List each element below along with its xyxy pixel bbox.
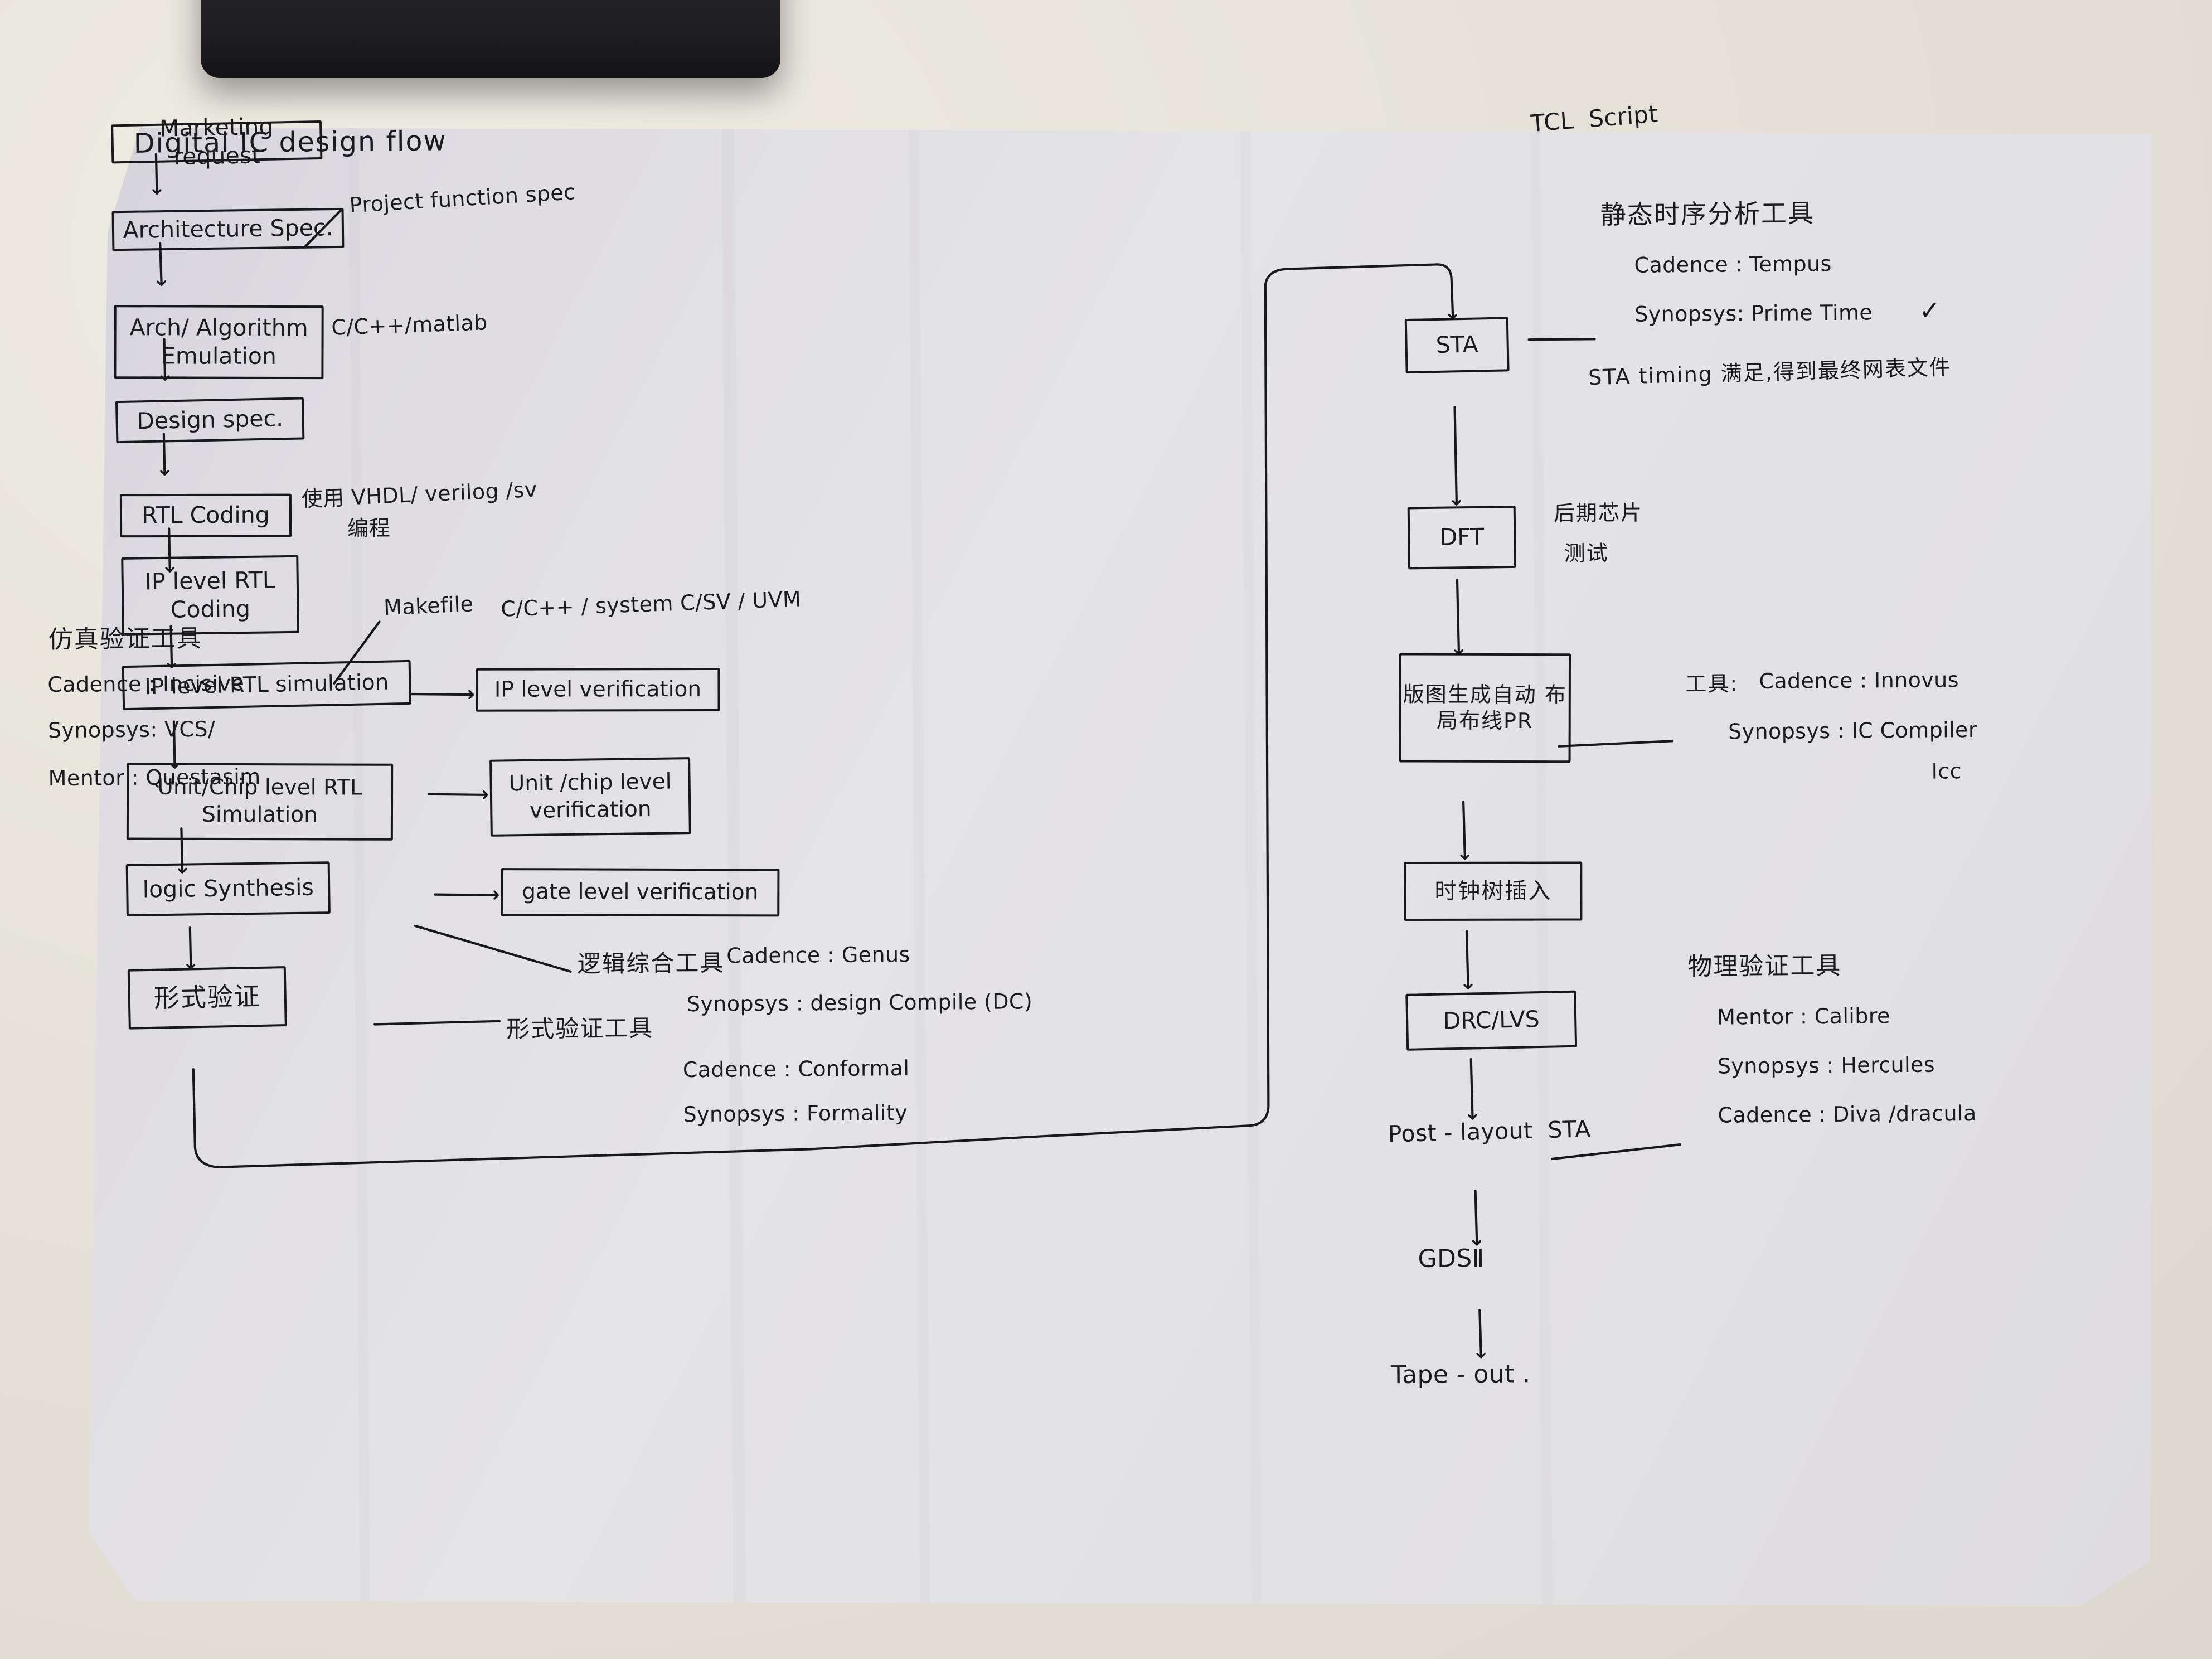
- flow-box-rtl-coding[interactable]: RTL Coding: [119, 493, 292, 538]
- physical-tools-item-mentor: Mentor : Calibre: [1716, 1003, 1890, 1030]
- flow-box-logic-synthesis[interactable]: logic Synthesis: [125, 861, 331, 916]
- box-label: 版图生成自动 布局布线PR: [1403, 681, 1567, 734]
- box-label: gate level verification: [522, 879, 759, 905]
- box-label: Marketing request: [159, 113, 274, 171]
- flow-box-formal-verification[interactable]: 形式验证: [127, 966, 287, 1030]
- annotation-dft-note-line2: 测试: [1564, 541, 1609, 566]
- sta-tools-item-synopsys: Synopsys: Prime Time: [1634, 300, 1873, 327]
- sim-tools-item-synopsys: Synopsys: VCS/: [47, 716, 216, 743]
- box-label: Arch/ Algorithm Emulation: [129, 314, 308, 370]
- flow-box-sta[interactable]: STA: [1404, 317, 1510, 374]
- synth-tools-item-synopsys: Synopsys : design Compile (DC): [686, 989, 1033, 1017]
- box-label: DFT: [1439, 523, 1485, 551]
- box-label: IP level RTL Coding: [144, 566, 275, 623]
- flow-box-dft[interactable]: DFT: [1407, 505, 1517, 570]
- sta-tools-item-cadence: Cadence : Tempus: [1634, 251, 1832, 278]
- flow-step-tape-out[interactable]: Tape - out .: [1391, 1360, 1531, 1390]
- box-label: Unit /chip level verification: [508, 769, 672, 823]
- box-label: 时钟树插入: [1434, 878, 1552, 904]
- flow-step-post-layout-sta[interactable]: Post - layout STA: [1388, 1115, 1591, 1148]
- synth-tools-heading: 逻辑综合工具: [577, 949, 725, 978]
- annotation-dft-note-line1: 后期芯片: [1553, 500, 1643, 526]
- pr-tools-item-cadence: Cadence : Innovus: [1759, 667, 1959, 693]
- photo-of-handwritten-diagram: Digital IC design flow Marketing request…: [0, 0, 2212, 1659]
- pr-tools-item-icc: Icc: [1931, 759, 1962, 784]
- physical-tools-item-cadence: Cadence : Diva /dracula: [1718, 1100, 1977, 1128]
- annotation-makefile: Makefile: [383, 591, 474, 620]
- pr-tools-heading: 工具:: [1685, 671, 1739, 697]
- flow-box-marketing-request[interactable]: Marketing request: [111, 113, 323, 170]
- ink-layer: Digital IC design flow Marketing request…: [47, 100, 2164, 1622]
- box-label: IP level verification: [494, 676, 702, 702]
- box-label: 形式验证: [153, 981, 261, 1014]
- formal-tools-item-synopsys: Synopsys : Formality: [683, 1100, 908, 1127]
- physical-tools-item-synopsys: Synopsys : Hercules: [1717, 1052, 1936, 1079]
- dark-object-laptop: [201, 0, 780, 78]
- flow-box-drc-lvs[interactable]: DRC/LVS: [1405, 990, 1578, 1051]
- sta-tools-heading: 静态时序分析工具: [1600, 198, 1815, 230]
- box-label: Design spec.: [136, 405, 284, 435]
- flow-box-ip-level-rtl-coding[interactable]: IP level RTL Coding: [121, 555, 300, 636]
- flow-box-ip-level-verification[interactable]: IP level verification: [476, 667, 720, 712]
- box-label: RTL Coding: [142, 502, 270, 529]
- flow-box-architecture-spec[interactable]: Architecture Spec.: [111, 207, 345, 251]
- flow-box-place-route-pr[interactable]: 版图生成自动 布局布线PR: [1399, 653, 1571, 763]
- formal-tools-heading: 形式验证工具: [506, 1014, 654, 1043]
- box-label: logic Synthesis: [142, 874, 314, 903]
- box-label: Architecture Spec.: [123, 214, 333, 244]
- sim-tools-item-cadence: Cadence : Incisive: [47, 671, 245, 697]
- synth-tools-item-cadence: Cadence : Genus: [726, 942, 910, 968]
- sim-tools-heading: 仿真验证工具: [48, 624, 202, 654]
- box-label: DRC/LVS: [1443, 1006, 1540, 1035]
- physical-tools-heading: 物理验证工具: [1687, 951, 1842, 982]
- prime-time-check-icon: ✓: [1918, 295, 1941, 326]
- formal-tools-item-cadence: Cadence : Conformal: [682, 1055, 910, 1083]
- flow-box-unit-chip-level-verification[interactable]: Unit /chip level verification: [489, 757, 691, 837]
- flow-box-gate-level-verification[interactable]: gate level verification: [501, 868, 780, 917]
- flow-box-clock-tree-insertion[interactable]: 时钟树插入: [1404, 861, 1583, 921]
- flow-step-gdsii[interactable]: GDSⅡ: [1418, 1244, 1485, 1274]
- sim-tools-item-mentor: Mentor : Questasim: [48, 764, 261, 791]
- annotation-c-cpp-matlab: C/C++/matlab: [331, 310, 488, 340]
- flow-box-arch-algorithm-emulation[interactable]: Arch/ Algorithm Emulation: [114, 305, 324, 380]
- box-label: STA: [1435, 331, 1479, 359]
- flow-box-design-spec[interactable]: Design spec.: [115, 397, 305, 444]
- annotation-hdl-languages-line2: 编程: [347, 516, 391, 541]
- pr-tools-item-synopsys: Synopsys : IC Compiler: [1728, 717, 1978, 744]
